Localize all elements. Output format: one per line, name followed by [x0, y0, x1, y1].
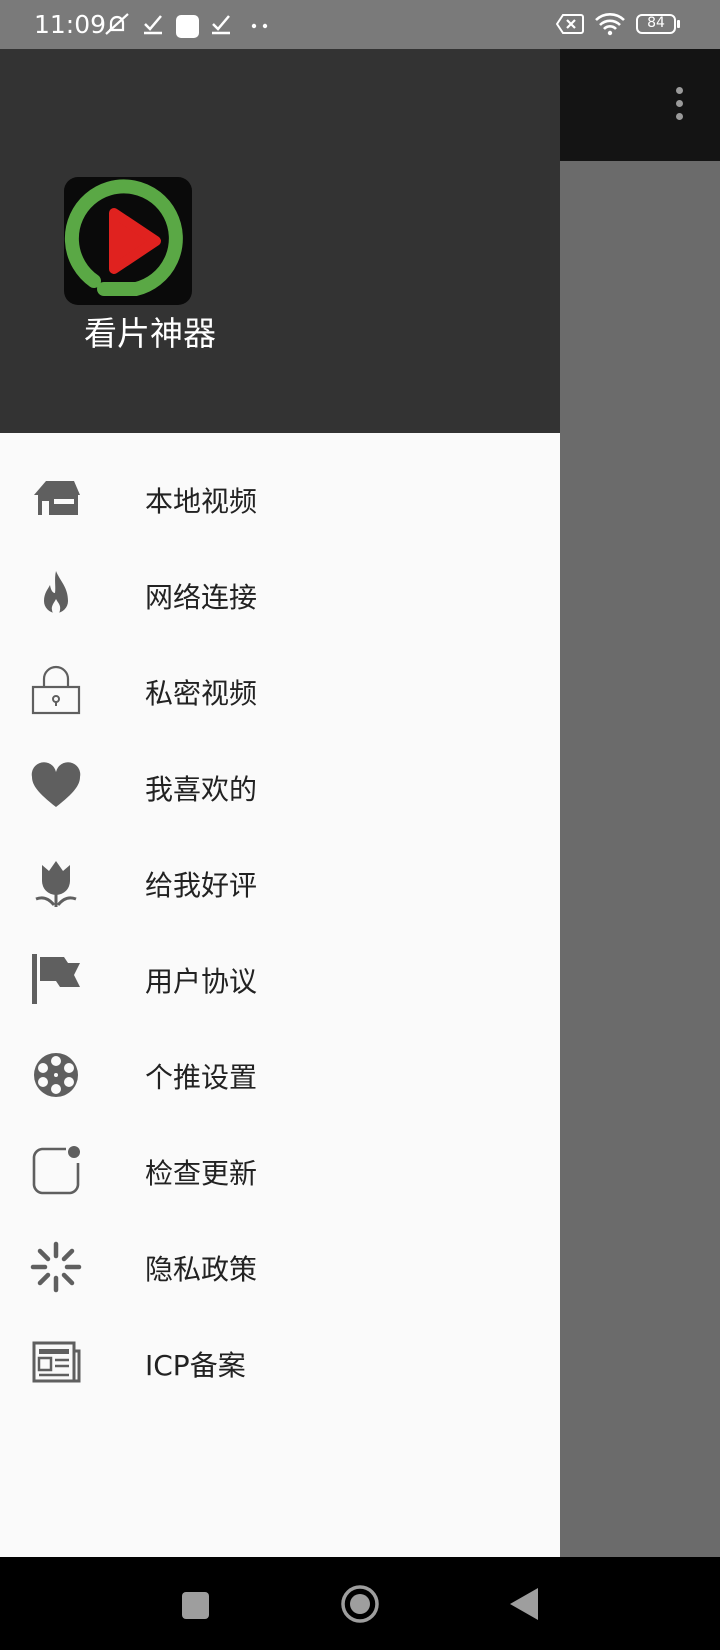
menu-item-label: 私密视频 — [145, 677, 258, 710]
drawer-header: 看片神器 — [0, 49, 560, 433]
menu-item-local-video[interactable]: 本地视频 — [0, 451, 560, 547]
sim-x-icon — [556, 14, 584, 34]
flag-icon — [32, 954, 80, 1004]
home-button[interactable] — [335, 1579, 385, 1629]
spinner-icon — [30, 1241, 82, 1293]
more-dots-icon — [251, 23, 268, 29]
menu-item-label: ICP备案 — [145, 1349, 246, 1382]
menu-item-user-agreement[interactable]: 用户协议 — [0, 931, 560, 1027]
newspaper-icon — [32, 1341, 81, 1383]
notification-badge-icon — [32, 1146, 80, 1195]
menu-item-label: 隐私政策 — [145, 1253, 258, 1286]
film-reel-icon — [34, 1053, 78, 1097]
drawer-scrim[interactable] — [560, 161, 720, 1557]
recents-button[interactable] — [170, 1579, 220, 1629]
menu-item-favorites[interactable]: 我喜欢的 — [0, 739, 560, 835]
play-logo-icon — [64, 177, 192, 305]
check-icon — [212, 15, 230, 35]
status-time: 11:09 — [34, 10, 107, 39]
tulip-icon — [35, 861, 77, 907]
wifi-icon — [595, 13, 625, 36]
menu-item-label: 网络连接 — [145, 581, 258, 614]
app-name: 看片神器 — [84, 314, 216, 353]
menu-item-label: 我喜欢的 — [145, 773, 258, 806]
check-icon — [144, 15, 162, 35]
fire-icon — [44, 571, 68, 614]
triangle-back-icon — [510, 1588, 538, 1620]
battery-tip — [677, 20, 680, 28]
menu-item-label: 检查更新 — [145, 1157, 258, 1190]
status-bar: 11:09 84 — [0, 0, 720, 49]
lock-icon — [31, 665, 81, 715]
menu-item-private-video[interactable]: 私密视频 — [0, 643, 560, 739]
battery-level: 84 — [647, 15, 665, 31]
back-button[interactable] — [500, 1579, 550, 1629]
house-icon — [34, 481, 80, 515]
mute-bell-icon — [105, 13, 129, 35]
menu-item-label: 用户协议 — [145, 965, 258, 998]
system-nav-bar — [0, 1557, 720, 1650]
circle-icon — [341, 1585, 379, 1623]
square-icon — [182, 1592, 209, 1619]
navigation-drawer: 看片神器 本地视频 网络连接 私密视频 我喜欢的 给我好评 用户协议 个推设置 … — [0, 49, 560, 1557]
square-icon — [176, 15, 199, 38]
menu-item-privacy-policy[interactable]: 隐私政策 — [0, 1219, 560, 1315]
app-bar — [560, 49, 720, 161]
menu-item-check-update[interactable]: 检查更新 — [0, 1123, 560, 1219]
more-vert-icon[interactable] — [660, 83, 700, 125]
menu-item-label: 本地视频 — [145, 485, 258, 518]
menu-item-push-settings[interactable]: 个推设置 — [0, 1027, 560, 1123]
menu-item-label: 个推设置 — [145, 1061, 258, 1094]
menu-item-label: 给我好评 — [145, 869, 258, 902]
heart-icon — [31, 762, 81, 807]
menu-item-icp[interactable]: ICP备案 — [0, 1315, 560, 1411]
battery-icon: 84 — [636, 14, 676, 34]
menu-item-rate-us[interactable]: 给我好评 — [0, 835, 560, 931]
menu-item-network[interactable]: 网络连接 — [0, 547, 560, 643]
